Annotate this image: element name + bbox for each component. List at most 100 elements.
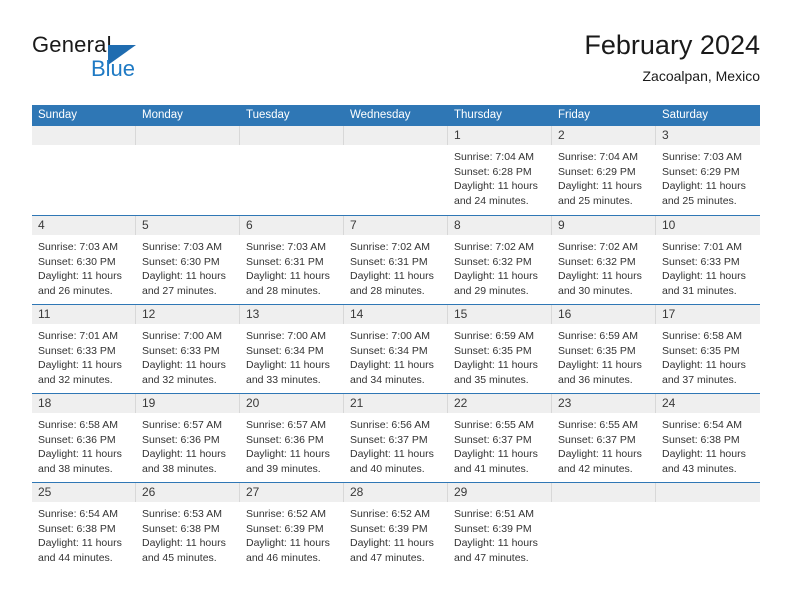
day-number: 12	[136, 305, 240, 324]
day-cell-4[interactable]: 4 Sunrise: 7:03 AM Sunset: 6:30 PM Daylight…	[32, 216, 136, 304]
day-cell-5[interactable]: 5 Sunrise: 7:03 AM Sunset: 6:30 PM Daylight…	[136, 216, 240, 304]
day-cell-19[interactable]: 19 Sunrise: 6:57 AM Sunset: 6:36 PM Dayligh…	[136, 394, 240, 482]
day-cell-22[interactable]: 22 Sunrise: 6:55 AM Sunset: 6:37 PM Dayligh…	[448, 394, 552, 482]
day-detail-line: and 44 minutes.	[38, 551, 113, 564]
day-number: 7	[344, 216, 448, 235]
day-detail-line: Sunset: 6:30 PM	[142, 255, 220, 268]
day-cell-17[interactable]: 17 Sunrise: 6:58 AM Sunset: 6:35 PM Dayligh…	[656, 305, 760, 393]
day-detail-line: Sunrise: 6:58 AM	[38, 419, 118, 431]
day-number: 19	[136, 394, 240, 413]
day-cell-empty	[552, 483, 656, 571]
weekday-header-thursday: Thursday	[454, 109, 502, 121]
day-detail-line: Sunrise: 7:03 AM	[142, 241, 222, 253]
day-cell-20[interactable]: 20 Sunrise: 6:57 AM Sunset: 6:36 PM Dayligh…	[240, 394, 344, 482]
calendar-week-row: 1 Sunrise: 7:04 AM Sunset: 6:28 PM Daylight…	[32, 126, 760, 215]
day-cell-16[interactable]: 16 Sunrise: 6:59 AM Sunset: 6:35 PM Dayligh…	[552, 305, 656, 393]
day-details: Sunrise: 6:52 AM Sunset: 6:39 PM Daylight:…	[344, 502, 448, 565]
day-cell-2[interactable]: 2 Sunrise: 7:04 AM Sunset: 6:29 PM Daylight…	[552, 126, 656, 215]
day-number: 25	[32, 483, 136, 502]
day-number	[552, 483, 656, 502]
day-detail-line: and 36 minutes.	[558, 373, 633, 386]
day-detail-line: and 46 minutes.	[246, 551, 321, 564]
day-detail-line: Sunrise: 6:57 AM	[246, 419, 326, 431]
day-details: Sunrise: 6:51 AM Sunset: 6:39 PM Daylight:…	[448, 502, 552, 565]
day-cell-8[interactable]: 8 Sunrise: 7:02 AM Sunset: 6:32 PM Daylight…	[448, 216, 552, 304]
day-detail-line: and 37 minutes.	[662, 373, 737, 386]
day-detail-line: and 38 minutes.	[38, 462, 113, 475]
day-number: 14	[344, 305, 448, 324]
generalblue-logo[interactable]: General Blue	[32, 32, 262, 94]
day-cell-18[interactable]: 18 Sunrise: 6:58 AM Sunset: 6:36 PM Dayligh…	[32, 394, 136, 482]
day-details: Sunrise: 6:54 AM Sunset: 6:38 PM Daylight:…	[32, 502, 136, 565]
day-cell-13[interactable]: 13 Sunrise: 7:00 AM Sunset: 6:34 PM Dayligh…	[240, 305, 344, 393]
day-cell-28[interactable]: 28 Sunrise: 6:52 AM Sunset: 6:39 PM Dayligh…	[344, 483, 448, 571]
day-detail-line: Sunrise: 6:51 AM	[454, 508, 534, 520]
day-detail-line: and 25 minutes.	[662, 194, 737, 207]
page-subtitle: Zacoalpan, Mexico	[642, 68, 760, 84]
day-cell-25[interactable]: 25 Sunrise: 6:54 AM Sunset: 6:38 PM Dayligh…	[32, 483, 136, 571]
day-detail-line: Daylight: 11 hours	[662, 448, 746, 461]
day-detail-line: and 38 minutes.	[142, 462, 217, 475]
day-detail-line: and 43 minutes.	[662, 462, 737, 475]
day-cell-26[interactable]: 26 Sunrise: 6:53 AM Sunset: 6:38 PM Dayligh…	[136, 483, 240, 571]
day-detail-line: and 27 minutes.	[142, 284, 217, 297]
day-detail-line: Sunrise: 7:00 AM	[142, 330, 222, 342]
day-cell-6[interactable]: 6 Sunrise: 7:03 AM Sunset: 6:31 PM Daylight…	[240, 216, 344, 304]
day-detail-line: Sunrise: 6:54 AM	[38, 508, 118, 520]
day-cell-27[interactable]: 27 Sunrise: 6:52 AM Sunset: 6:39 PM Dayligh…	[240, 483, 344, 571]
day-cell-9[interactable]: 9 Sunrise: 7:02 AM Sunset: 6:32 PM Daylight…	[552, 216, 656, 304]
day-cell-21[interactable]: 21 Sunrise: 6:56 AM Sunset: 6:37 PM Dayligh…	[344, 394, 448, 482]
weekday-header-tuesday: Tuesday	[246, 109, 290, 121]
day-cell-10[interactable]: 10 Sunrise: 7:01 AM Sunset: 6:33 PM Dayligh…	[656, 216, 760, 304]
day-number: 17	[656, 305, 760, 324]
calendar-weeks: 1 Sunrise: 7:04 AM Sunset: 6:28 PM Daylight…	[32, 126, 760, 571]
day-detail-line: Daylight: 11 hours	[142, 448, 226, 461]
day-detail-line: and 25 minutes.	[558, 194, 633, 207]
day-cell-3[interactable]: 3 Sunrise: 7:03 AM Sunset: 6:29 PM Daylight…	[656, 126, 760, 215]
day-details: Sunrise: 6:53 AM Sunset: 6:38 PM Daylight:…	[136, 502, 240, 565]
day-number: 6	[240, 216, 344, 235]
day-detail-line: Daylight: 11 hours	[454, 537, 538, 550]
day-cell-11[interactable]: 11 Sunrise: 7:01 AM Sunset: 6:33 PM Dayligh…	[32, 305, 136, 393]
day-cell-14[interactable]: 14 Sunrise: 7:00 AM Sunset: 6:34 PM Dayligh…	[344, 305, 448, 393]
calendar-week-row: 18 Sunrise: 6:58 AM Sunset: 6:36 PM Dayligh…	[32, 393, 760, 482]
day-cell-1[interactable]: 1 Sunrise: 7:04 AM Sunset: 6:28 PM Daylight…	[448, 126, 552, 215]
day-detail-line: Daylight: 11 hours	[142, 359, 226, 372]
day-detail-line: Sunrise: 7:00 AM	[246, 330, 326, 342]
day-detail-line: and 32 minutes.	[38, 373, 113, 386]
day-details	[240, 145, 344, 150]
day-number: 8	[448, 216, 552, 235]
day-detail-line: Sunrise: 7:03 AM	[662, 151, 742, 163]
day-details: Sunrise: 6:57 AM Sunset: 6:36 PM Daylight:…	[136, 413, 240, 476]
day-cell-12[interactable]: 12 Sunrise: 7:00 AM Sunset: 6:33 PM Dayligh…	[136, 305, 240, 393]
day-details: Sunrise: 6:54 AM Sunset: 6:38 PM Daylight:…	[656, 413, 760, 476]
day-cell-7[interactable]: 7 Sunrise: 7:02 AM Sunset: 6:31 PM Daylight…	[344, 216, 448, 304]
day-cell-24[interactable]: 24 Sunrise: 6:54 AM Sunset: 6:38 PM Dayligh…	[656, 394, 760, 482]
day-number: 9	[552, 216, 656, 235]
day-cell-15[interactable]: 15 Sunrise: 6:59 AM Sunset: 6:35 PM Dayligh…	[448, 305, 552, 393]
day-detail-line: Sunrise: 6:59 AM	[454, 330, 534, 342]
day-detail-line: Daylight: 11 hours	[246, 448, 330, 461]
day-details: Sunrise: 7:02 AM Sunset: 6:31 PM Daylight:…	[344, 235, 448, 298]
day-details: Sunrise: 6:56 AM Sunset: 6:37 PM Daylight:…	[344, 413, 448, 476]
day-detail-line: Sunrise: 6:58 AM	[662, 330, 742, 342]
day-cell-29[interactable]: 29 Sunrise: 6:51 AM Sunset: 6:39 PM Dayligh…	[448, 483, 552, 571]
day-detail-line: Sunset: 6:30 PM	[38, 255, 116, 268]
calendar-week-row: 25 Sunrise: 6:54 AM Sunset: 6:38 PM Dayligh…	[32, 482, 760, 571]
day-detail-line: Sunrise: 6:59 AM	[558, 330, 638, 342]
day-detail-line: Sunrise: 7:03 AM	[246, 241, 326, 253]
day-detail-line: Sunset: 6:35 PM	[662, 344, 740, 357]
day-detail-line: Sunset: 6:37 PM	[350, 433, 428, 446]
day-detail-line: Daylight: 11 hours	[38, 359, 122, 372]
day-details: Sunrise: 7:02 AM Sunset: 6:32 PM Daylight:…	[552, 235, 656, 298]
day-detail-line: and 28 minutes.	[246, 284, 321, 297]
day-number	[656, 483, 760, 502]
day-cell-23[interactable]: 23 Sunrise: 6:55 AM Sunset: 6:37 PM Dayligh…	[552, 394, 656, 482]
weekday-header-sunday: Sunday	[38, 109, 78, 121]
day-cell-empty	[32, 126, 136, 215]
day-cell-empty	[656, 483, 760, 571]
day-detail-line: Sunrise: 7:01 AM	[38, 330, 118, 342]
day-details: Sunrise: 7:04 AM Sunset: 6:28 PM Daylight:…	[448, 145, 552, 208]
day-detail-line: Daylight: 11 hours	[246, 537, 330, 550]
page-header: General Blue February 2024 Zacoalpan, Me…	[32, 28, 760, 98]
